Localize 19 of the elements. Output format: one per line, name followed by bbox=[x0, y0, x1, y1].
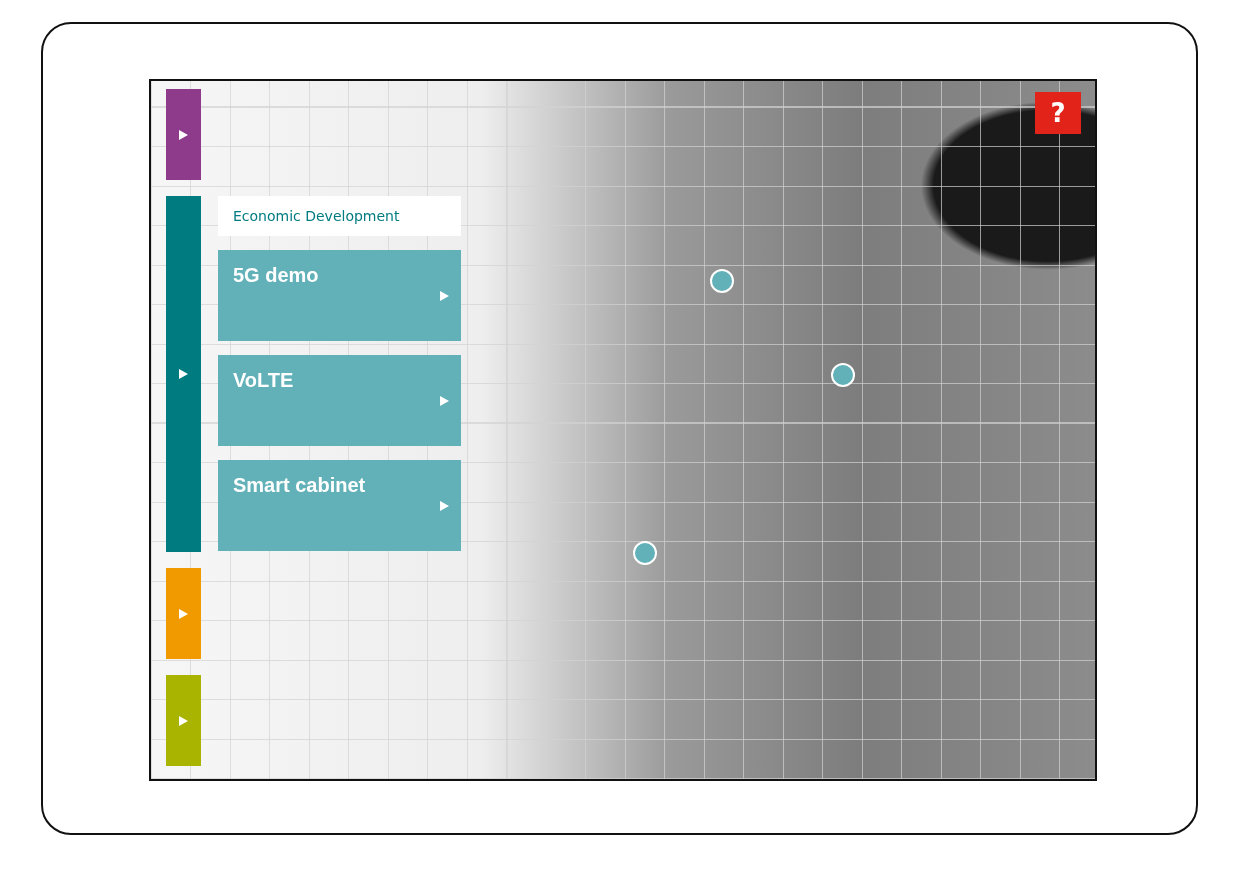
triangle-icon bbox=[440, 291, 449, 301]
side-tab[interactable] bbox=[166, 89, 201, 180]
triangle-icon bbox=[179, 608, 188, 619]
map-pin[interactable] bbox=[831, 363, 855, 387]
triangle-icon bbox=[179, 369, 188, 379]
section-label: Economic Development bbox=[218, 196, 461, 236]
demo-card[interactable]: Smart cabinet bbox=[218, 460, 461, 551]
triangle-icon bbox=[440, 501, 449, 511]
demo-card[interactable]: VoLTE bbox=[218, 355, 461, 446]
map-pin[interactable] bbox=[633, 541, 657, 565]
side-tab[interactable] bbox=[166, 196, 201, 552]
triangle-icon bbox=[179, 129, 188, 140]
help-button[interactable]: ? bbox=[1035, 92, 1081, 134]
side-tab[interactable] bbox=[166, 568, 201, 659]
map-pin[interactable] bbox=[710, 269, 734, 293]
demo-card[interactable]: 5G demo bbox=[218, 250, 461, 341]
triangle-icon bbox=[179, 715, 188, 726]
side-tab[interactable] bbox=[166, 675, 201, 766]
triangle-icon bbox=[440, 396, 449, 406]
